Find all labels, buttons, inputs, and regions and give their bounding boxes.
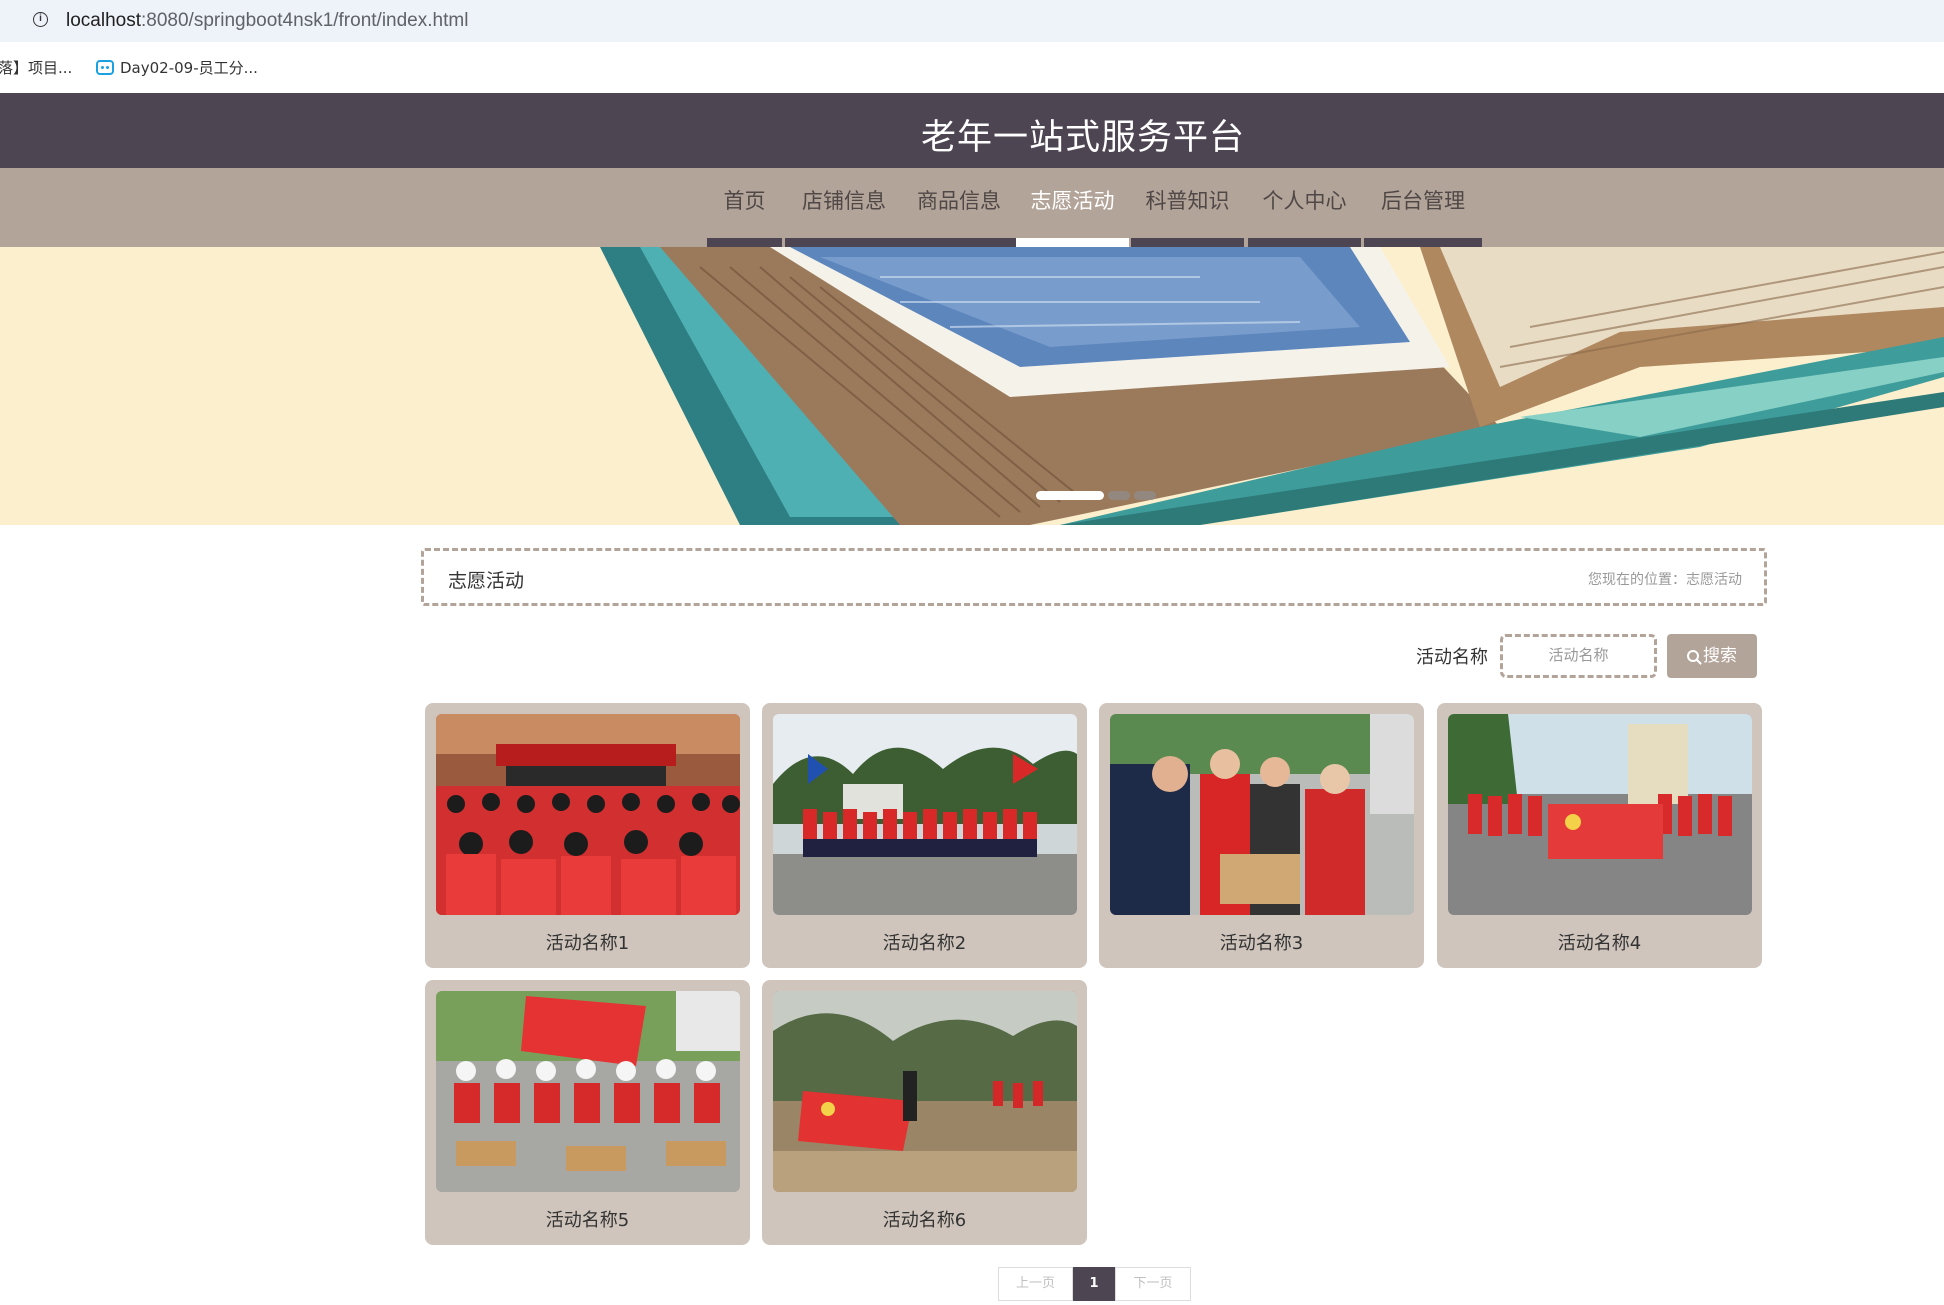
url-host: localhost [66, 10, 141, 31]
activity-card[interactable]: 活动名称4 [1437, 703, 1762, 968]
activity-name: 活动名称6 [882, 1210, 967, 1231]
carousel-dot-1[interactable] [1036, 491, 1104, 500]
nav-underline [1248, 238, 1361, 247]
site-title: 老年一站式服务平台 [920, 118, 1245, 158]
activity-photo [436, 991, 740, 1192]
nav-item-products[interactable]: 商品信息 [785, 168, 1016, 247]
page-title: 志愿活动 [448, 570, 525, 592]
activity-photo [773, 714, 1077, 915]
activity-card[interactable]: 活动名称5 [425, 980, 750, 1245]
activity-name: 活动名称4 [1557, 933, 1642, 954]
search-button-label: 搜索 [1703, 646, 1737, 666]
nav-label: 后台管理 [1381, 189, 1465, 213]
nav-underline [1364, 238, 1482, 247]
address-bar[interactable]: i localhost:8080/springboot4nsk1/front/i… [0, 0, 1944, 42]
nav-label: 科普知识 [1145, 189, 1230, 213]
bookmark-item[interactable]: Day02-09-员工分... [96, 57, 258, 78]
activity-name: 活动名称5 [545, 1210, 630, 1231]
activity-card[interactable]: 活动名称3 [1099, 703, 1424, 968]
activity-name: 活动名称3 [1219, 933, 1304, 954]
search-button[interactable]: 搜索 [1667, 634, 1757, 678]
nav-label: 个人中心 [1262, 189, 1347, 213]
activity-photo [1110, 714, 1414, 915]
nav-underline [1016, 238, 1129, 247]
activity-card[interactable]: 活动名称6 [762, 980, 1087, 1245]
next-page-button[interactable]: 下一页 [1115, 1267, 1191, 1301]
activity-name: 活动名称1 [545, 933, 630, 954]
open-book-illustration [600, 247, 1944, 525]
search-label: 活动名称 [1416, 647, 1488, 668]
nav-label: 商品信息 [917, 189, 1001, 213]
nav-item-admin[interactable]: 后台管理 [1364, 168, 1482, 247]
breadcrumb: 志愿活动 您现在的位置：志愿活动 [421, 548, 1767, 606]
activity-card[interactable]: 活动名称2 [762, 703, 1087, 968]
banner-carousel[interactable] [0, 247, 1944, 525]
bookmark-item[interactable]: 落】项目... [0, 57, 72, 78]
activity-photo [1448, 714, 1752, 915]
activity-photo [436, 714, 740, 915]
nav-item-volunteer[interactable]: 志愿活动 [1016, 168, 1129, 247]
bookmarks-bar: 落】项目... Day02-09-员工分... [0, 42, 1944, 92]
activity-photo [773, 991, 1077, 1192]
nav-item-profile[interactable]: 个人中心 [1248, 168, 1361, 247]
breadcrumb-location: 您现在的位置：志愿活动 [1588, 572, 1742, 588]
nav-label: 志愿活动 [1030, 189, 1115, 213]
nav-item-science[interactable]: 科普知识 [1131, 168, 1244, 247]
main-nav: 首页 店铺信息 商品信息 志愿活动 科普知识 个人中心 后台管理 [0, 168, 1944, 247]
search-icon [1687, 650, 1699, 662]
prev-page-button[interactable]: 上一页 [998, 1267, 1073, 1301]
bilibili-icon [96, 60, 114, 75]
activity-name: 活动名称2 [882, 933, 967, 954]
carousel-dot-3[interactable] [1134, 491, 1156, 500]
page-1-button[interactable]: 1 [1073, 1267, 1115, 1301]
activity-card[interactable]: 活动名称1 [425, 703, 750, 968]
nav-underline [1131, 238, 1244, 247]
bookmark-label: Day02-09-员工分... [120, 59, 258, 77]
nav-label: 首页 [723, 189, 766, 213]
site-info-icon[interactable]: i [33, 12, 48, 27]
carousel-dot-2[interactable] [1108, 491, 1130, 500]
url-path: :8080/springboot4nsk1/front/index.html [141, 10, 469, 31]
nav-item-home[interactable]: 首页 [707, 168, 782, 247]
url-text[interactable]: localhost:8080/springboot4nsk1/front/ind… [66, 10, 468, 32]
activity-name-input[interactable]: 活动名称 [1500, 634, 1657, 678]
site-header: 老年一站式服务平台 [0, 93, 1944, 168]
nav-underline [707, 238, 782, 247]
